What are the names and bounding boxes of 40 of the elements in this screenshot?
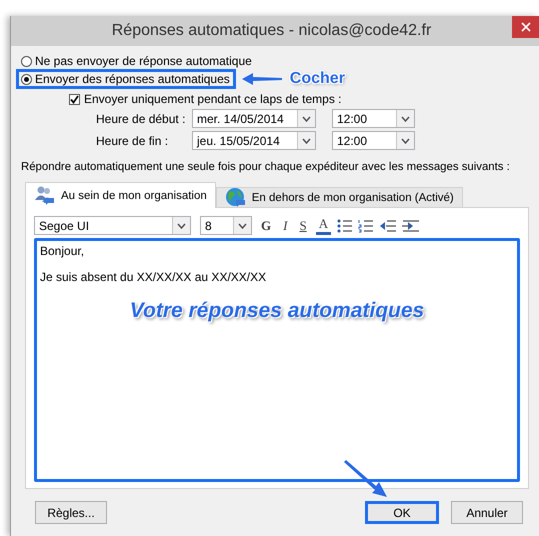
people-icon <box>34 185 55 206</box>
globe-icon <box>224 187 246 208</box>
radio-option[interactable]: Ne pas envoyer de réponse automatique <box>16 51 258 71</box>
message-line: Bonjour, <box>40 244 86 258</box>
italic-button[interactable]: I <box>280 218 290 234</box>
field-label: Heure de fin : <box>96 134 170 148</box>
bullet-list-icon[interactable] <box>337 218 352 232</box>
close-button[interactable] <box>512 16 539 38</box>
radio-label[interactable]: Envoyer des réponses automatiques <box>35 72 230 86</box>
annotation-text: Votre réponses automatiques <box>130 299 424 322</box>
font-dropdown[interactable]: Segoe UI <box>34 216 191 235</box>
dialog-button[interactable]: Règles... <box>35 501 107 524</box>
dialog-button[interactable]: Annuler <box>451 501 523 524</box>
checkbox[interactable] <box>69 94 80 104</box>
bold-button[interactable]: G <box>258 218 274 234</box>
radio-label[interactable]: Ne pas envoyer de réponse automatique <box>35 54 252 68</box>
close-icon[interactable] <box>520 22 530 32</box>
window-title: Réponses automatiques - nicolas@code42.fr <box>110 22 432 40</box>
underline-button[interactable]: S <box>296 218 310 234</box>
tab[interactable]: En dehors de mon organisation (Activé) <box>216 187 463 207</box>
field-label: Heure de début : <box>96 112 186 126</box>
time-field[interactable]: 12:00 <box>332 131 415 150</box>
message-field[interactable]: Bonjour, Je suis absent du XX/XX/XX au XX/XX/XX Votre réponses automatiques <box>34 238 520 482</box>
increase-indent-icon[interactable] <box>402 218 420 232</box>
tab[interactable]: Au sein de mon organisation <box>25 182 216 208</box>
numbered-list-icon[interactable] <box>358 218 374 232</box>
dialog-button[interactable]: OK <box>365 501 439 524</box>
date-field[interactable]: mer. 14/05/2014 <box>192 109 316 128</box>
instruction-text: Répondre automatiquement une seule fois pour chaque expéditeur avec les messages suivants : <box>21 160 510 175</box>
message-line: Je suis absent du XX/XX/XX au XX/XX/XX <box>40 270 268 284</box>
arrow-icon <box>240 72 284 86</box>
time-field[interactable]: 12:00 <box>332 109 415 128</box>
checkbox-label[interactable]: Envoyer uniquement pendant ce laps de temps : <box>84 92 342 106</box>
decrease-indent-icon[interactable] <box>379 218 396 232</box>
radio-button[interactable] <box>21 74 32 84</box>
date-field[interactable]: jeu. 15/05/2014 <box>192 131 316 150</box>
font-color-button[interactable]: A <box>316 216 332 235</box>
size-dropdown[interactable]: 8 <box>200 216 252 235</box>
annotation-text: Cocher <box>290 70 345 88</box>
radio-button[interactable] <box>21 56 32 66</box>
